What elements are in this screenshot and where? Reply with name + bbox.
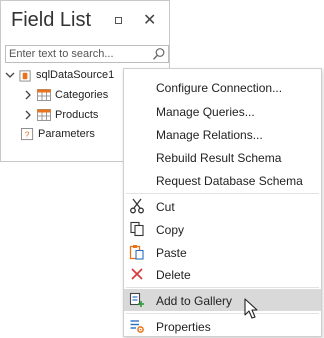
- tree-item-label: Products: [55, 109, 99, 121]
- menu-item-request-database-schema[interactable]: Request Database Schema: [124, 169, 321, 191]
- tree-item-label: Categories: [55, 89, 109, 101]
- chevron-right-icon[interactable]: [23, 90, 33, 100]
- tree-item-products[interactable]: Products: [23, 106, 98, 124]
- menu-item-label: Paste: [156, 246, 187, 260]
- panel-title: Field List: [11, 9, 92, 31]
- menu-item-label: Copy: [156, 223, 185, 237]
- chevron-right-icon[interactable]: [23, 110, 33, 120]
- context-menu: Configure Connection... Manage Queries..…: [123, 68, 322, 337]
- menu-item-configure-connection[interactable]: Configure Connection...: [124, 76, 321, 98]
- mouse-cursor-icon: [244, 298, 258, 319]
- menu-item-label: Manage Relations...: [156, 128, 263, 142]
- menu-item-manage-queries[interactable]: Manage Queries...: [124, 100, 321, 122]
- menu-item-label: Delete: [156, 268, 191, 282]
- menu-item-copy[interactable]: Copy: [124, 218, 321, 240]
- tree-item-label: sqlDataSource1: [36, 69, 115, 81]
- menu-separator: [126, 287, 319, 288]
- search-input[interactable]: [6, 46, 154, 62]
- menu-separator: [126, 193, 319, 194]
- menu-item-label: Manage Queries...: [156, 105, 255, 119]
- menu-item-label: Add to Gallery: [156, 294, 233, 308]
- menu-item-paste[interactable]: Paste: [124, 241, 321, 263]
- paste-icon: [129, 245, 144, 260]
- properties-icon: [130, 320, 144, 333]
- search-box: [5, 45, 169, 63]
- menu-item-label: Cut: [156, 200, 175, 214]
- menu-separator: [126, 313, 319, 314]
- datasource-icon: [19, 69, 31, 82]
- menu-item-label: Rebuild Result Schema: [156, 151, 282, 165]
- menu-item-label: Request Database Schema: [156, 174, 303, 188]
- parameters-icon: ?: [21, 127, 34, 140]
- tree-item-parameters[interactable]: ? Parameters: [21, 125, 95, 143]
- delete-x-icon: [131, 268, 143, 280]
- scissors-icon: [130, 198, 144, 214]
- tree-item-datasource[interactable]: sqlDataSource1: [5, 66, 114, 84]
- copy-icon: [130, 221, 144, 237]
- search-icon[interactable]: [152, 47, 166, 61]
- close-icon[interactable]: ✕: [143, 11, 156, 31]
- add-to-gallery-icon: [129, 292, 144, 307]
- tree-item-label: Parameters: [38, 128, 95, 140]
- maximize-icon[interactable]: [115, 17, 122, 24]
- menu-item-cut[interactable]: Cut: [124, 195, 321, 217]
- menu-item-label: Configure Connection...: [156, 81, 283, 95]
- menu-item-manage-relations[interactable]: Manage Relations...: [124, 123, 321, 145]
- menu-item-rebuild-result-schema[interactable]: Rebuild Result Schema: [124, 146, 321, 168]
- chevron-down-icon[interactable]: [5, 70, 15, 80]
- menu-item-properties[interactable]: Properties: [124, 315, 321, 337]
- tree-item-categories[interactable]: Categories: [23, 86, 108, 104]
- menu-item-delete[interactable]: Delete: [124, 263, 321, 285]
- table-icon: [37, 109, 51, 121]
- menu-item-add-to-gallery[interactable]: Add to Gallery: [124, 289, 321, 311]
- menu-item-label: Properties: [156, 320, 211, 334]
- table-icon: [37, 89, 51, 101]
- svg-text:?: ?: [25, 129, 30, 139]
